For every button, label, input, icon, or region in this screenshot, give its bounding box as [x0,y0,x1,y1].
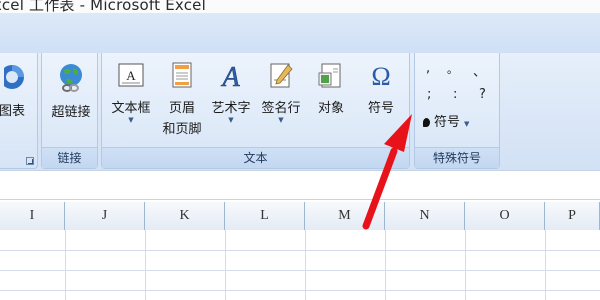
svg-text:Ω: Ω [371,62,390,91]
grid-col-line [545,230,546,300]
svg-text:A: A [220,62,240,91]
grid-col-line [465,230,466,300]
column-header-i[interactable]: I [0,202,65,230]
special-symbol-label: 符号 [434,115,461,130]
object-label: 对象 [317,101,344,116]
ribbon: 图表 超链接 链接 A 文本框 ▼ 页眉 和页脚 A 艺术字 ▼ 签名行 ▼ 对… [0,53,600,170]
ribbon-group-links: 超链接 链接 [41,53,98,169]
signature-line-label: 签名行 [261,101,301,116]
header-footer-icon [172,62,192,88]
links-group-label: 链接 [42,147,97,168]
window-title: xcel 工作表 - Microsoft Excel [0,0,206,13]
symbol-label: 符号 [367,101,394,116]
symbol-button[interactable]: Ω 符号 [358,61,404,116]
column-header-n[interactable]: N [385,202,465,230]
charts-dialog-launcher[interactable] [26,157,34,165]
hyperlink-button[interactable]: 超链接 [45,61,97,120]
special-symbols-group-label: 特殊符号 [415,147,499,168]
formula-bar[interactable] [0,170,600,200]
column-header-o[interactable]: O [465,202,545,230]
column-header-j[interactable]: J [65,202,145,230]
symbol-comma[interactable]: , [426,61,430,76]
hyperlink-label: 超链接 [51,105,91,120]
column-header-p[interactable]: P [545,202,600,230]
textbox-dropdown-icon: ▼ [128,116,134,124]
column-header-m[interactable]: M [305,202,385,230]
symbol-semicolon[interactable]: ; [427,87,431,102]
signature-line-icon [270,63,293,88]
grid-col-line [65,230,66,300]
grid-row-line [0,270,600,271]
textbox-label: 文本框 [111,101,151,116]
textbox-button[interactable]: A 文本框 ▼ [105,61,157,124]
chart-icon [4,65,24,89]
header-footer-label-line1: 页眉 [168,101,195,116]
wordart-button[interactable]: A 艺术字 ▼ [206,61,256,124]
wordart-dropdown-icon: ▼ [228,116,234,124]
window-title-bar: xcel 工作表 - Microsoft Excel [0,0,600,13]
ribbon-group-special-symbols: , 。 、 ; : ? 符号 ▼ 特殊符号 [414,53,500,169]
text-group-label: 文本 [102,147,409,168]
symbol-period[interactable]: 。 [447,61,458,77]
ribbon-group-charts: 图表 [0,53,38,169]
grid-col-line [305,230,306,300]
wordart-label: 艺术字 [211,101,251,116]
grid-col-line [145,230,146,300]
symbol-question-mark[interactable]: ? [479,87,486,102]
header-footer-label-line2: 和页脚 [162,122,202,137]
omega-symbol-icon: Ω [371,62,390,91]
grid-row-line [0,250,600,251]
special-symbol-icon [423,118,430,127]
signature-line-button[interactable]: 签名行 ▼ [256,61,306,124]
object-button[interactable]: 对象 [308,61,354,116]
wordart-icon: A [220,62,241,91]
grid-col-line [225,230,226,300]
column-header-k[interactable]: K [145,202,225,230]
grid-col-line [385,230,386,300]
column-header-l[interactable]: L [225,202,305,230]
ribbon-group-text: A 文本框 ▼ 页眉 和页脚 A 艺术字 ▼ 签名行 ▼ 对象 Ω 符号 文本 [101,53,410,169]
chart-button[interactable]: 图表 [0,61,39,119]
signature-dropdown-icon: ▼ [278,116,284,124]
hyperlink-globe-icon [60,64,82,92]
header-footer-button[interactable]: 页眉 和页脚 [157,61,207,137]
special-symbol-dropdown-icon: ▼ [464,120,470,128]
chart-label: 图表 [0,104,26,119]
symbol-colon[interactable]: : [453,87,457,102]
svg-text:A: A [126,68,136,83]
object-icon [318,63,341,88]
grid-row-line [0,290,600,291]
textbox-icon: A [118,63,144,87]
special-symbol-button[interactable]: 符号 ▼ [423,111,495,130]
ribbon-tab-strip [0,13,600,54]
symbol-enumeration-comma[interactable]: 、 [473,61,486,80]
